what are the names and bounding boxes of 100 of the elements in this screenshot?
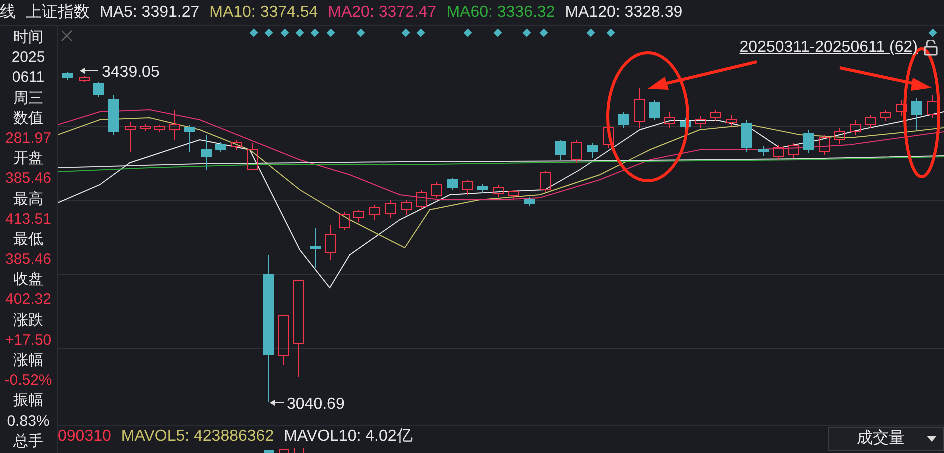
candlestick bbox=[432, 182, 442, 198]
candlestick bbox=[126, 122, 136, 152]
info-label: 数值 bbox=[12, 108, 44, 129]
date-range-link[interactable]: 20250311-20250611 (62) bbox=[740, 36, 918, 60]
candlestick bbox=[370, 204, 380, 220]
candlestick bbox=[310, 228, 322, 268]
moving-average-label: MA20: 3372.47 bbox=[328, 2, 437, 22]
low-price-arrow bbox=[270, 400, 284, 406]
candlestick bbox=[850, 120, 862, 136]
candlestick bbox=[588, 142, 598, 158]
info-value: 0.83% bbox=[6, 412, 51, 432]
event-marker-icon[interactable] bbox=[402, 28, 410, 38]
candlestick bbox=[170, 110, 180, 140]
info-label: 最高 bbox=[12, 190, 44, 210]
candlestick bbox=[896, 100, 908, 116]
event-marker-icon[interactable] bbox=[606, 28, 616, 38]
candlestick bbox=[650, 100, 660, 120]
candlestick bbox=[386, 200, 396, 218]
candlestick bbox=[604, 124, 614, 148]
info-value: 385.46 bbox=[4, 169, 52, 190]
chart-title-fragment: 线 bbox=[0, 2, 16, 22]
event-marker-icon[interactable] bbox=[326, 28, 336, 38]
candlestick bbox=[880, 110, 892, 122]
candlestick bbox=[278, 316, 290, 366]
event-marker-icon[interactable] bbox=[280, 28, 290, 38]
index-name: 上证指数 bbox=[26, 2, 90, 22]
info-value: 281.97 bbox=[4, 128, 52, 149]
candlestick bbox=[758, 146, 770, 156]
candlestick bbox=[326, 224, 336, 260]
candlestick bbox=[774, 144, 784, 160]
info-value: -0.52% bbox=[4, 371, 54, 392]
candlestick bbox=[154, 124, 166, 132]
info-label: 总手 bbox=[12, 432, 44, 452]
info-label: 收盘 bbox=[12, 270, 44, 290]
candlestick bbox=[680, 118, 692, 130]
candlestick bbox=[788, 142, 800, 158]
moving-average-label: MA120: 3328.39 bbox=[565, 2, 683, 22]
info-value: 402.32 bbox=[4, 290, 52, 310]
volume-average-label: MAVOL5: 423886362 bbox=[121, 427, 274, 447]
high-price-label: 3439.05 bbox=[102, 64, 160, 81]
candlestick bbox=[508, 190, 520, 200]
volume-average-label: MAVOL10: 4.02亿 bbox=[284, 427, 413, 447]
event-marker-icon[interactable] bbox=[464, 28, 472, 38]
candlestick bbox=[94, 82, 104, 98]
event-marker-icon[interactable] bbox=[310, 28, 320, 38]
event-marker-icon[interactable] bbox=[928, 28, 938, 38]
event-marker-icon[interactable] bbox=[522, 28, 532, 38]
event-marker-icon[interactable] bbox=[540, 28, 548, 38]
info-value: 0611 bbox=[11, 68, 46, 88]
volume-average-label: 090310 bbox=[58, 427, 112, 447]
candlestick bbox=[448, 178, 458, 190]
info-label: 振幅 bbox=[12, 391, 44, 412]
moving-average-label: MA10: 3374.54 bbox=[210, 2, 318, 22]
candlestick bbox=[248, 142, 258, 170]
low-price-label: 3040.69 bbox=[287, 396, 345, 413]
candlestick bbox=[742, 120, 752, 152]
caret-icon bbox=[927, 436, 937, 442]
high-price-arrow bbox=[80, 68, 98, 74]
event-marker-icon[interactable] bbox=[296, 28, 304, 38]
indicator-dropdown[interactable]: 成交量 bbox=[828, 427, 944, 451]
event-marker-icon[interactable] bbox=[416, 28, 426, 38]
candlestick bbox=[524, 196, 536, 206]
candlestick bbox=[62, 72, 74, 80]
candlestick bbox=[912, 98, 922, 130]
event-marker-icon[interactable] bbox=[494, 28, 502, 38]
candlestick bbox=[216, 142, 226, 152]
candlestick bbox=[540, 170, 552, 192]
info-label: 涨跌 bbox=[12, 310, 44, 331]
info-value: 2025 bbox=[10, 48, 46, 68]
candlestick bbox=[634, 88, 646, 128]
candlestick bbox=[804, 130, 814, 154]
candlestick bbox=[556, 140, 566, 160]
candlestick bbox=[108, 94, 120, 136]
event-marker-icon[interactable] bbox=[264, 28, 274, 38]
event-marker-icon[interactable] bbox=[586, 28, 596, 38]
candlestick bbox=[416, 190, 428, 210]
info-value: 413.51 bbox=[4, 210, 52, 230]
info-value: 385.46 bbox=[4, 250, 52, 270]
event-marker-icon[interactable] bbox=[250, 28, 258, 38]
candlestick bbox=[710, 110, 722, 122]
candlestick bbox=[184, 124, 196, 152]
moving-average-label: MA60: 3336.32 bbox=[446, 2, 556, 22]
moving-average-label: MA5: 3391.27 bbox=[100, 2, 200, 22]
candlestick bbox=[618, 112, 630, 128]
event-marker-icon[interactable] bbox=[356, 28, 366, 38]
candlestick bbox=[928, 94, 938, 118]
candlestick bbox=[494, 184, 504, 198]
info-value: +17.50 bbox=[4, 330, 53, 351]
candlestick bbox=[340, 212, 350, 230]
chart-close-icon[interactable] bbox=[61, 30, 73, 42]
candlestick bbox=[354, 210, 364, 222]
candlestick bbox=[202, 134, 212, 170]
info-label: 时间 bbox=[12, 28, 44, 48]
candlestick bbox=[664, 112, 676, 128]
candlestick bbox=[820, 134, 830, 156]
lock-icon[interactable] bbox=[924, 40, 938, 56]
info-label: 最低 bbox=[12, 230, 44, 250]
candlestick bbox=[478, 184, 488, 194]
info-value: 周三 bbox=[12, 88, 44, 109]
candlestick bbox=[726, 114, 738, 126]
